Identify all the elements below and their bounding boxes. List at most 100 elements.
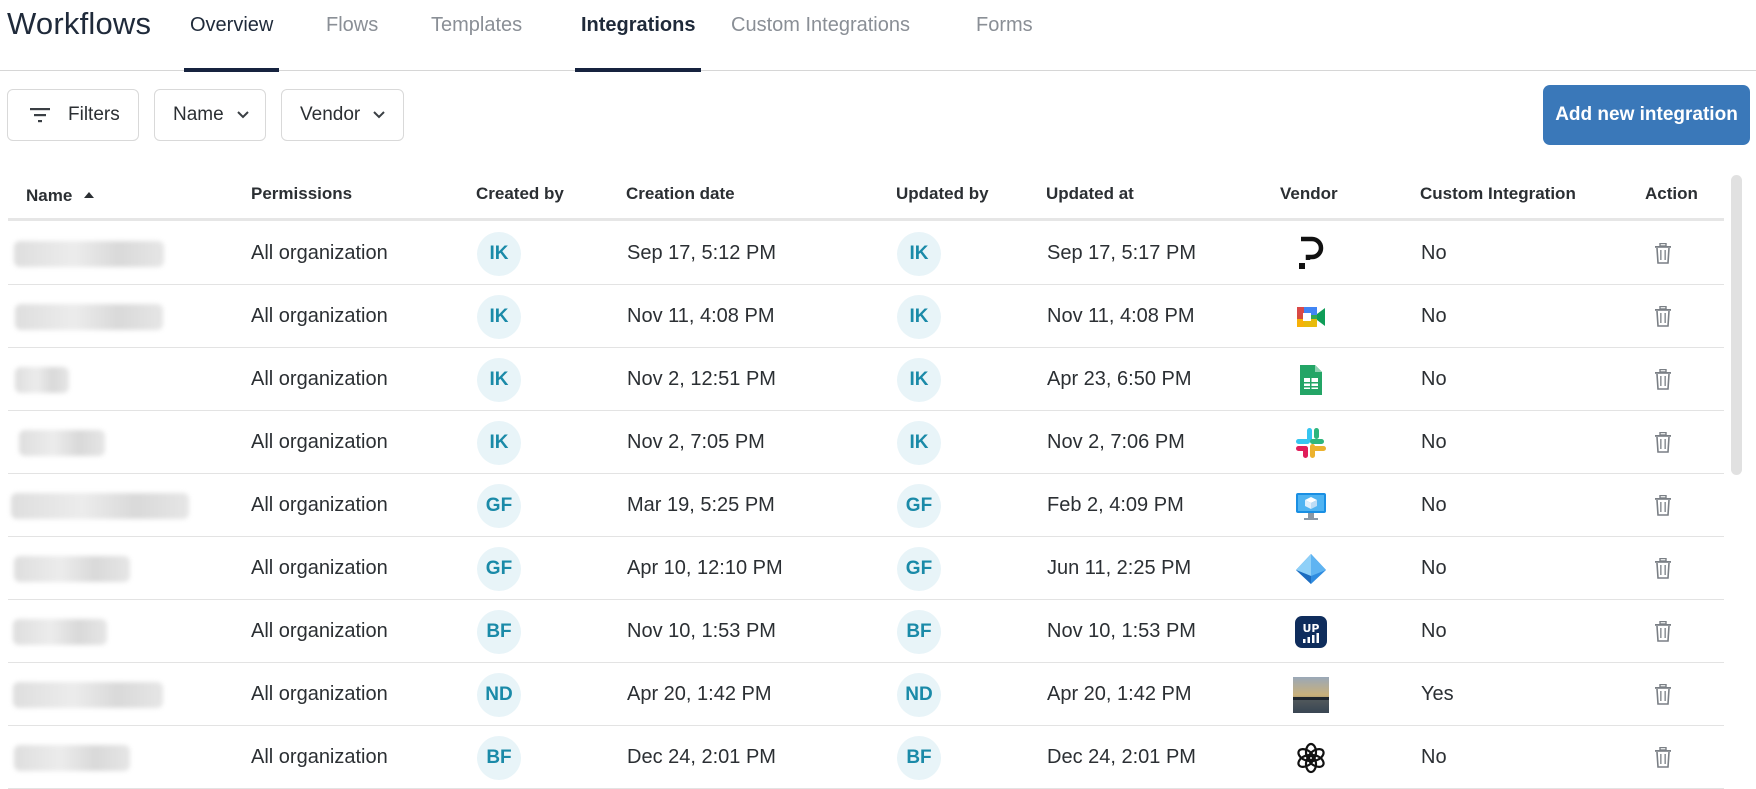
delete-icon[interactable] <box>1652 746 1674 770</box>
updated-at-cell: Nov 2, 7:06 PM <box>1047 411 1185 474</box>
action-cell <box>1652 726 1674 789</box>
delete-icon[interactable] <box>1652 305 1674 329</box>
table-row[interactable]: All organization BF Dec 24, 2:01 PM BF Dec 2… <box>8 726 1724 789</box>
integration-name-cell[interactable] <box>15 285 163 348</box>
integration-name-cell[interactable] <box>11 474 189 537</box>
sort-ascending-icon <box>83 184 95 204</box>
cell-text: No <box>1421 620 1447 642</box>
tab-overview[interactable]: Overview <box>184 14 280 72</box>
openai-icon <box>1293 740 1329 776</box>
delete-icon[interactable] <box>1652 494 1674 518</box>
column-header-custom-integration[interactable]: Custom Integration <box>1420 184 1576 204</box>
column-header-updated-by[interactable]: Updated by <box>896 184 989 204</box>
delete-icon[interactable] <box>1652 557 1674 581</box>
tab-underline <box>184 68 280 72</box>
vendor-filter-dropdown[interactable]: Vendor <box>281 89 404 141</box>
integration-name-cell[interactable] <box>13 600 107 663</box>
vendor-cell <box>1293 285 1329 348</box>
cell-text: Dec 24, 2:01 PM <box>627 746 776 768</box>
table-row[interactable]: All organization GF Apr 10, 12:10 PM GF Jun … <box>8 537 1724 600</box>
delete-icon[interactable] <box>1652 431 1674 455</box>
redacted-name <box>15 366 69 393</box>
tab-label: Flows <box>326 14 379 36</box>
cell-text: Mar 19, 5:25 PM <box>627 494 775 516</box>
table-row[interactable]: All organization IK Sep 17, 5:12 PM IK Sep 1… <box>8 222 1724 285</box>
creation-date-cell: Apr 20, 1:42 PM <box>627 663 772 726</box>
tab-integrations[interactable]: Integrations <box>575 14 702 72</box>
tab-custom-integrations[interactable]: Custom Integrations <box>731 14 910 70</box>
table-row[interactable]: All organization IK Nov 11, 4:08 PM IK Nov 1… <box>8 285 1724 348</box>
table-row[interactable]: All organization IK Nov 2, 7:05 PM IK Nov 2,… <box>8 411 1724 474</box>
delete-icon[interactable] <box>1652 683 1674 707</box>
chevron-down-icon <box>372 110 386 120</box>
integration-name-cell[interactable] <box>19 411 105 474</box>
cell-text: Dec 24, 2:01 PM <box>1047 746 1196 768</box>
cell-text: All organization <box>251 305 388 327</box>
creation-date-cell: Nov 2, 7:05 PM <box>627 411 765 474</box>
vendor-cell <box>1293 222 1329 285</box>
permissions-cell: All organization <box>251 285 388 348</box>
updated-by-cell: IK <box>897 222 941 285</box>
add-new-integration-button[interactable]: Add new integration <box>1543 85 1750 145</box>
cell-text: All organization <box>251 620 388 642</box>
integration-name-cell[interactable] <box>14 222 164 285</box>
permissions-cell: All organization <box>251 537 388 600</box>
updated-by-cell: ND <box>897 663 941 726</box>
table-row[interactable]: All organization BF Nov 10, 1:53 PM BF Nov 1… <box>8 600 1724 663</box>
table-row[interactable]: All organization ND Apr 20, 1:42 PM ND Apr 2… <box>8 663 1724 726</box>
table-row[interactable]: All organization IK Nov 2, 12:51 PM IK Apr 2… <box>8 348 1724 411</box>
column-header-name[interactable]: Name <box>26 184 95 206</box>
column-header-creation-date[interactable]: Creation date <box>626 184 735 204</box>
integration-name-cell[interactable] <box>13 663 163 726</box>
updated-by-cell: BF <box>897 600 941 663</box>
custom-integration-cell: No <box>1421 600 1447 663</box>
cell-text: Nov 10, 1:53 PM <box>627 620 776 642</box>
tab-label: Custom Integrations <box>731 14 910 36</box>
filters-button[interactable]: Filters <box>7 89 139 141</box>
tab-templates[interactable]: Templates <box>431 14 522 70</box>
cell-text: Nov 10, 1:53 PM <box>1047 620 1196 642</box>
cell-text: All organization <box>251 557 388 579</box>
custom-integration-cell: No <box>1421 411 1447 474</box>
table-row[interactable]: All organization GF Mar 19, 5:25 PM GF Feb 2… <box>8 474 1724 537</box>
redacted-name <box>13 681 163 708</box>
name-filter-dropdown[interactable]: Name <box>154 89 266 141</box>
avatar: ND <box>477 672 521 717</box>
delete-icon[interactable] <box>1652 620 1674 644</box>
column-header-permissions[interactable]: Permissions <box>251 184 352 204</box>
redacted-name <box>13 618 107 645</box>
delete-icon[interactable] <box>1652 368 1674 392</box>
custom-integration-cell: No <box>1421 348 1447 411</box>
cell-text: No <box>1421 242 1447 264</box>
tab-label: Forms <box>976 14 1033 36</box>
vendor-cell <box>1293 537 1329 600</box>
avatar: GF <box>477 483 521 528</box>
avatar: IK <box>477 231 521 276</box>
cell-text: Nov 2, 7:06 PM <box>1047 431 1185 453</box>
filters-label: Filters <box>68 104 120 125</box>
created-by-cell: BF <box>477 600 521 663</box>
vendor-cell <box>1293 348 1329 411</box>
delete-icon[interactable] <box>1652 242 1674 266</box>
custom-photo-icon <box>1293 676 1329 713</box>
avatar: BF <box>897 609 941 654</box>
filter-icon <box>28 106 52 124</box>
column-header-updated-at[interactable]: Updated at <box>1046 184 1134 204</box>
column-header-vendor[interactable]: Vendor <box>1280 184 1338 204</box>
vendor-cell: UP <box>1293 600 1329 663</box>
redacted-name <box>14 240 164 267</box>
cell-text: Feb 2, 4:09 PM <box>1047 494 1184 516</box>
creation-date-cell: Nov 10, 1:53 PM <box>627 600 776 663</box>
integration-name-cell[interactable] <box>14 726 130 789</box>
tab-flows[interactable]: Flows <box>326 14 378 70</box>
cell-text: All organization <box>251 368 388 390</box>
cell-text: All organization <box>251 683 388 705</box>
integration-name-cell[interactable] <box>15 348 69 411</box>
column-header-created-by[interactable]: Created by <box>476 184 564 204</box>
custom-integration-cell: No <box>1421 222 1447 285</box>
scrollbar[interactable] <box>1731 175 1742 475</box>
permissions-cell: All organization <box>251 222 388 285</box>
integration-name-cell[interactable] <box>14 537 130 600</box>
tab-forms[interactable]: Forms <box>976 14 1033 70</box>
avatar: ND <box>897 672 941 717</box>
